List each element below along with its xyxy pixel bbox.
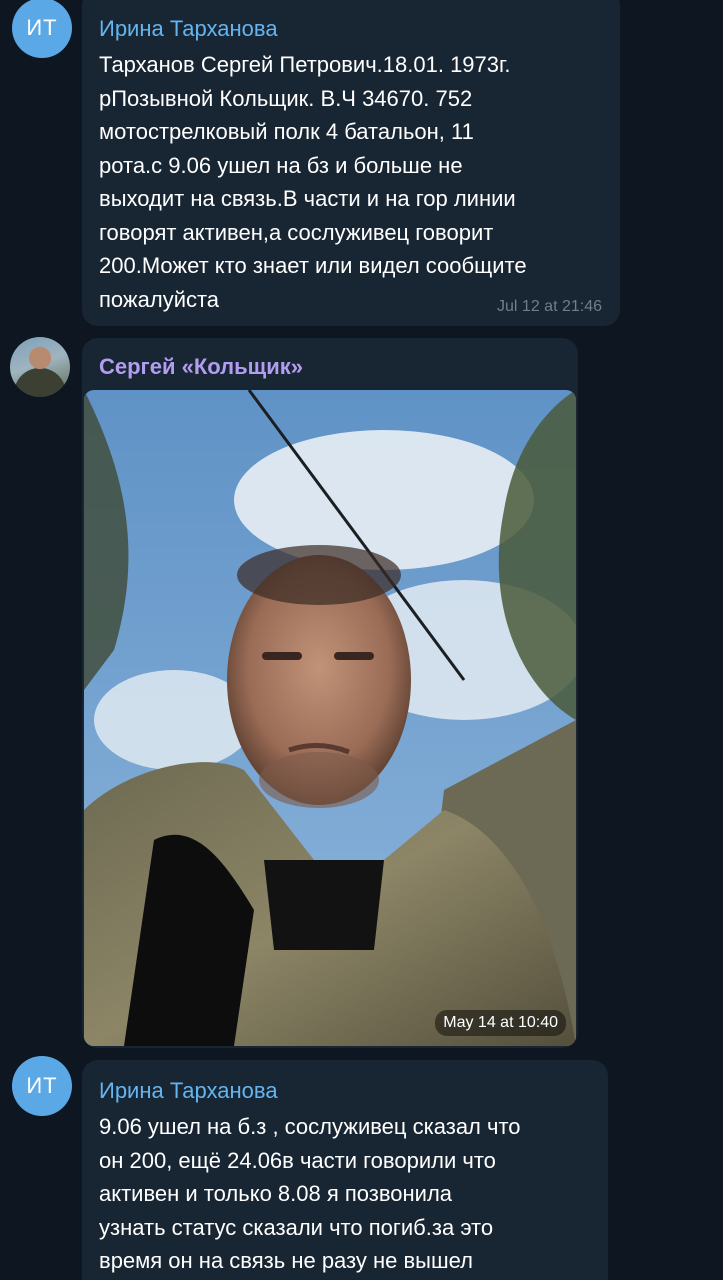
photo-attachment[interactable]: May 14 at 10:40	[84, 390, 576, 1046]
photo-timestamp: May 14 at 10:40	[435, 1010, 566, 1036]
sender-avatar-photo[interactable]	[10, 337, 70, 397]
message-text: Тарханов Сергей Петрович.18.01. 1973г. р…	[99, 52, 527, 312]
selfie-photo	[84, 390, 576, 1046]
sender-name[interactable]: Ирина Тарханова	[99, 1078, 590, 1104]
sender-name[interactable]: Ирина Тарханова	[99, 16, 602, 42]
message-timestamp: Jul 12 at 21:46	[497, 298, 602, 315]
sender-avatar[interactable]: ИТ	[12, 1056, 72, 1116]
message-bubble[interactable]: Ирина Тарханова Тарханов Сергей Петрович…	[82, 0, 620, 326]
message-bubble[interactable]: Ирина Тарханова 9.06 ушел на б.з , сослу…	[82, 1060, 608, 1280]
sender-avatar[interactable]: ИТ	[12, 0, 72, 58]
chat-history: ИТ Ирина Тарханова Тарханов Сергей Петро…	[0, 0, 723, 1280]
sender-name[interactable]: Сергей «Кольщик»	[99, 354, 560, 380]
message-text: 9.06 ушел на б.з , сослуживец сказал что…	[99, 1114, 521, 1273]
